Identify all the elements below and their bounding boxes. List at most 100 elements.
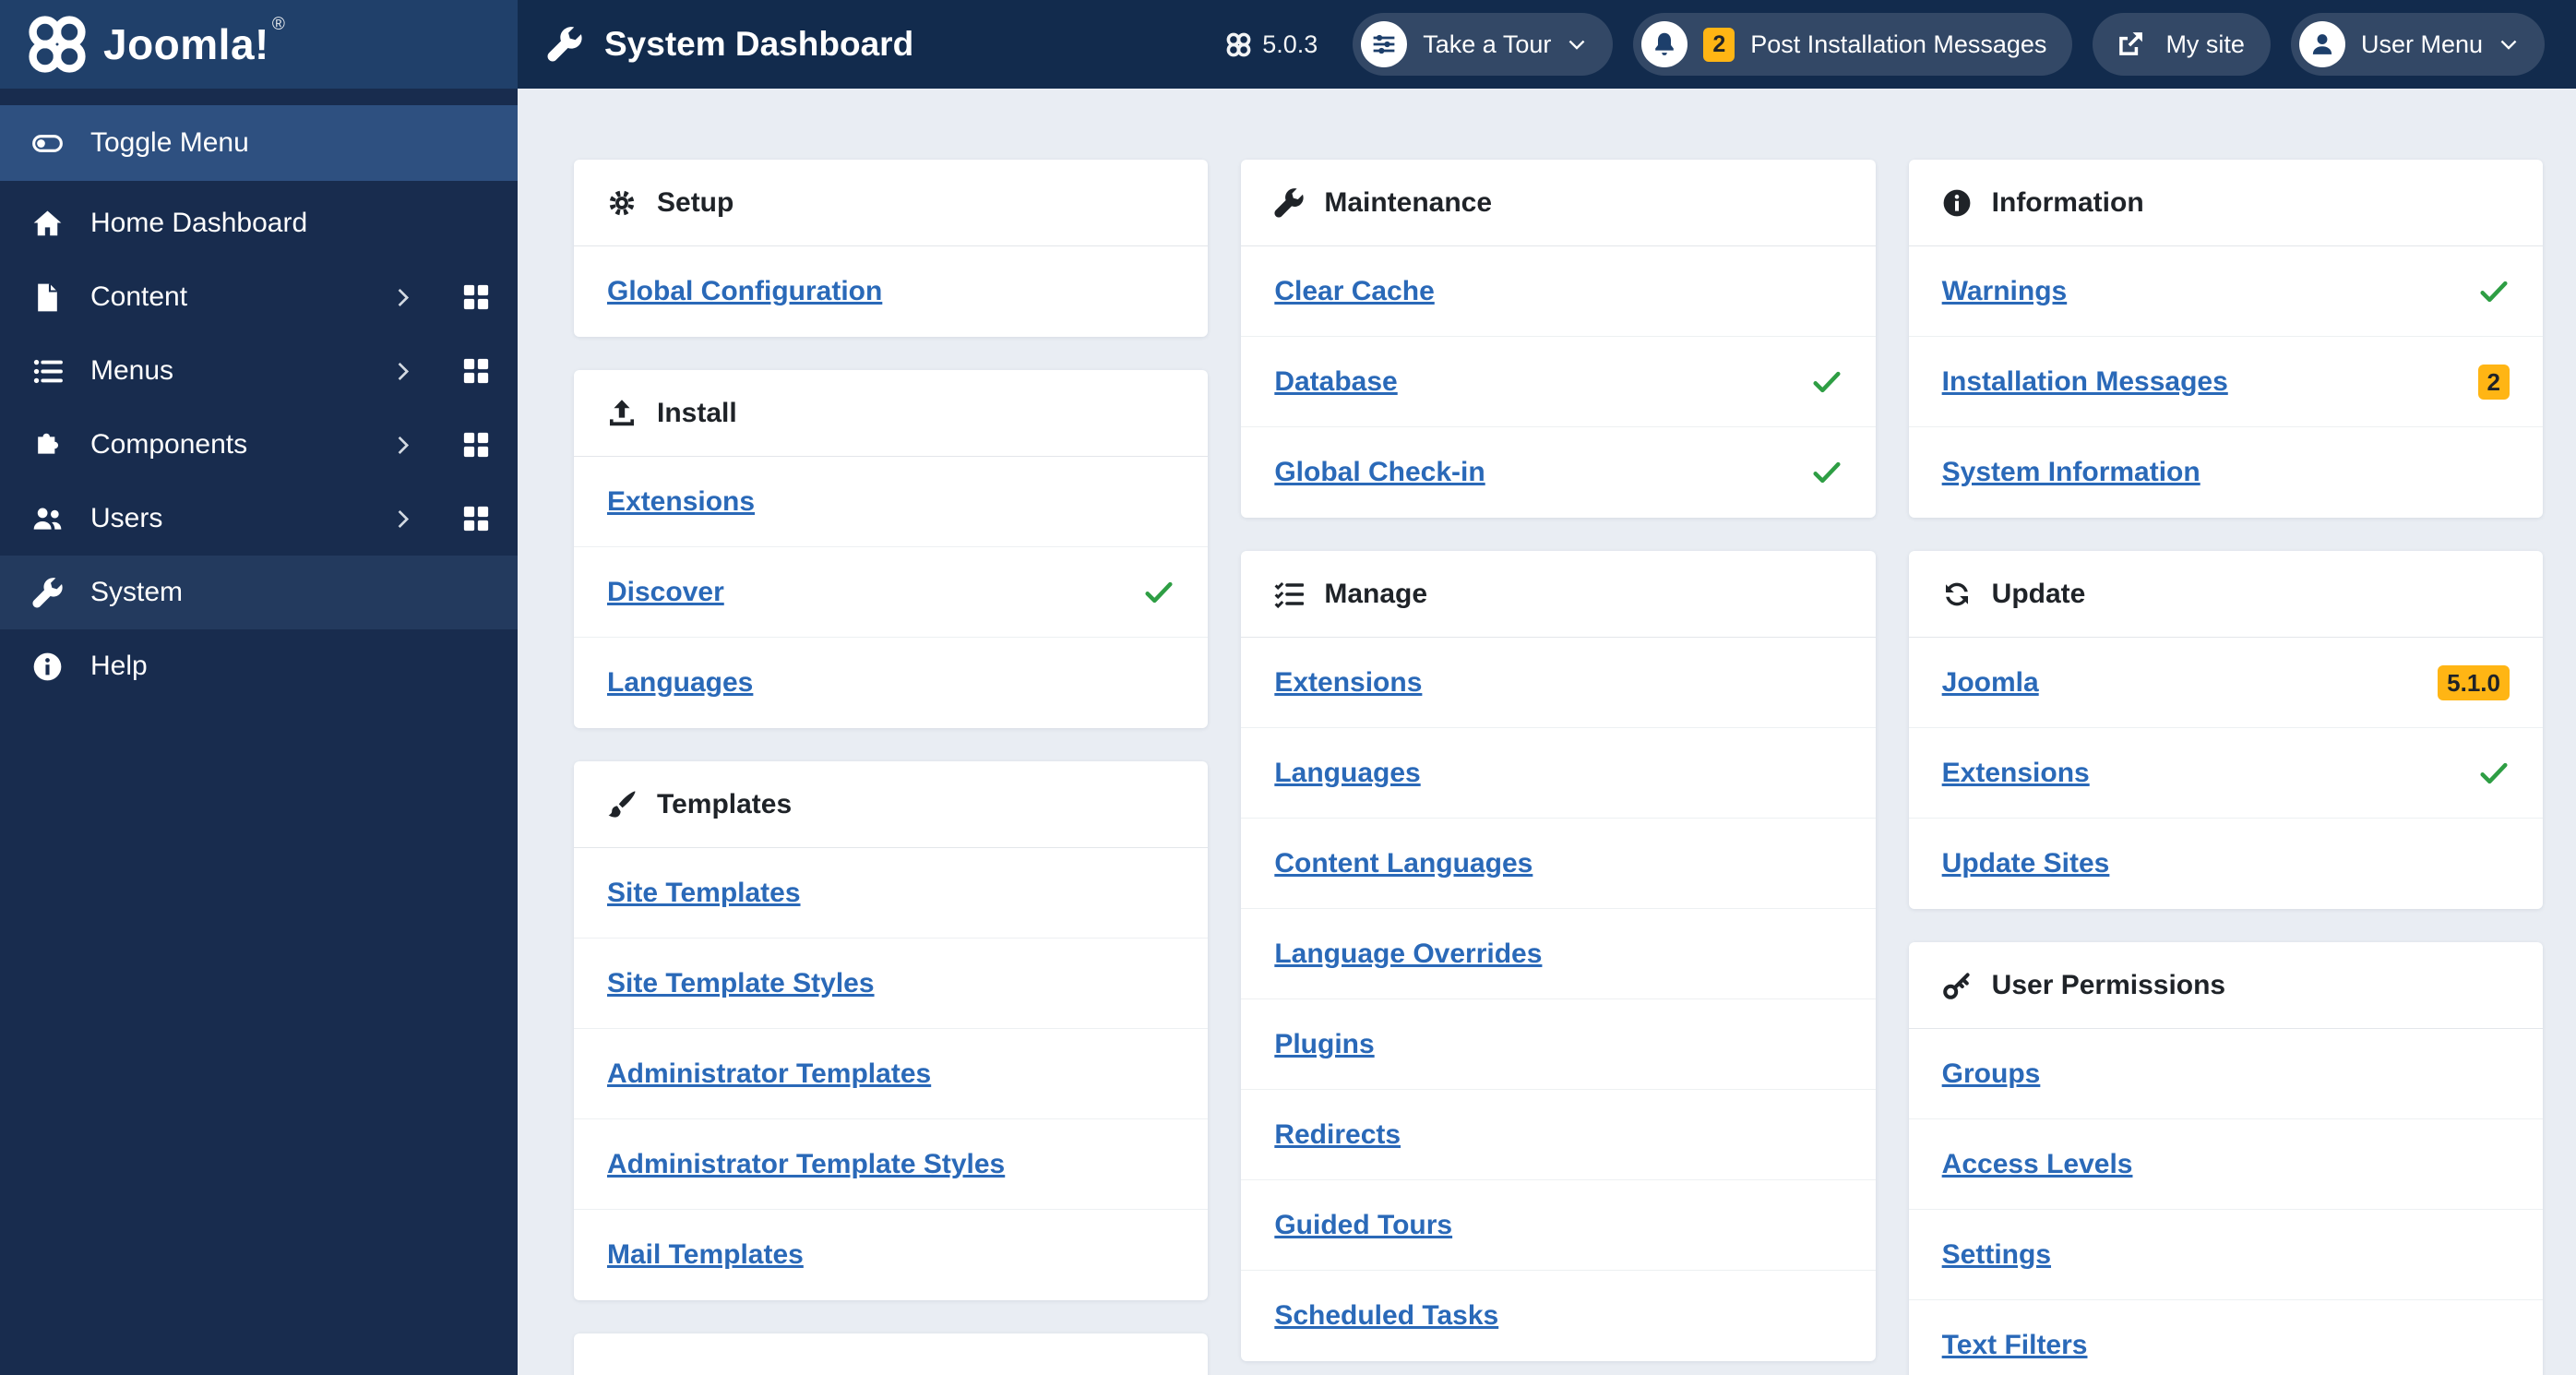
messages-count-badge: 2 [1703,27,1735,62]
link-update-extensions[interactable]: Extensions [1942,758,2090,789]
sidebar-item-components[interactable]: Components [0,408,518,482]
link-administrator-templates[interactable]: Administrator Templates [607,1058,931,1090]
take-a-tour-button[interactable]: Take a Tour [1353,13,1614,76]
messages-label: Post Installation Messages [1750,30,2047,58]
list-item: Settings [1908,1210,2543,1300]
card-install: Install Extensions Discover Languages [574,370,1209,728]
card-header: Install [574,370,1209,457]
link-content-languages[interactable]: Content Languages [1274,848,1532,879]
registered-mark: ® [271,15,285,34]
link-clear-cache[interactable]: Clear Cache [1274,276,1434,307]
toggle-menu-button[interactable]: Toggle Menu [0,105,518,181]
link-groups[interactable]: Groups [1942,1058,2041,1090]
sidebar-item-label: Users [90,503,163,533]
list-item: Languages [1241,728,1876,819]
link-update-sites[interactable]: Update Sites [1942,848,2110,879]
quick-access-grid-icon[interactable] [462,357,490,385]
list-item: Site Templates [574,848,1209,939]
link-warnings[interactable]: Warnings [1942,276,2068,307]
sidebar-item-label: Content [90,281,188,312]
link-global-check-in[interactable]: Global Check-in [1274,457,1485,488]
chevron-down-icon [2498,34,2519,54]
page-title-group: System Dashboard [547,25,913,64]
sidebar-item-system[interactable]: System [0,556,518,629]
link-discover[interactable]: Discover [607,577,724,608]
list-item: Redirects [1241,1090,1876,1180]
quick-access-grid-icon[interactable] [462,431,490,459]
list-item: Update Sites [1909,819,2543,909]
list-item: Site Template Styles [574,939,1209,1029]
link-site-templates[interactable]: Site Templates [607,878,801,909]
link-installation-messages[interactable]: Installation Messages [1942,366,2228,398]
link-joomla-update[interactable]: Joomla [1942,667,2039,699]
list-item: Installation Messages 2 [1908,337,2543,427]
link-global-configuration[interactable]: Global Configuration [607,276,882,307]
link-redirects[interactable]: Redirects [1274,1119,1401,1151]
list-item: Joomla 5.1.0 [1908,638,2543,728]
sidebar-item-home-dashboard[interactable]: Home Dashboard [0,186,518,260]
post-installation-messages-button[interactable]: 2 Post Installation Messages [1633,13,2073,76]
link-language-overrides[interactable]: Language Overrides [1274,939,1542,970]
brush-icon [607,790,637,819]
link-site-template-styles[interactable]: Site Template Styles [607,968,875,999]
joomla-logo-icon [28,15,87,74]
link-database[interactable]: Database [1274,366,1397,398]
version-label: 5.0.3 [1262,30,1318,58]
link-settings[interactable]: Settings [1942,1239,2051,1271]
link-manage-languages[interactable]: Languages [1274,758,1420,789]
card-header: User Permissions [1908,942,2543,1029]
link-administrator-template-styles[interactable]: Administrator Template Styles [607,1149,1005,1180]
sidebar-item-label: Components [90,429,248,460]
link-install-extensions[interactable]: Extensions [607,486,755,518]
link-plugins[interactable]: Plugins [1274,1029,1374,1060]
joomla-version: 5.0.3 [1226,30,1318,59]
link-install-languages[interactable]: Languages [607,667,753,699]
info-icon [28,652,66,682]
version-badge: 5.1.0 [2438,664,2510,700]
card-title: Maintenance [1324,186,1493,218]
link-system-information[interactable]: System Information [1942,457,2200,488]
user-menu-button[interactable]: User Menu [2290,13,2545,76]
sidebar-item-content[interactable]: Content [0,260,518,334]
quick-access-grid-icon[interactable] [462,283,490,311]
link-mail-templates[interactable]: Mail Templates [607,1239,804,1271]
list-item: Global Configuration [574,246,1208,337]
chevron-right-icon [391,508,414,531]
sidebar-item-menus[interactable]: Menus [0,334,518,408]
sidebar-item-label: Help [90,651,148,681]
document-icon [28,282,66,313]
quick-access-grid-icon[interactable] [462,505,490,532]
wrench-icon [547,27,582,62]
link-text-filters[interactable]: Text Filters [1942,1330,2088,1361]
list-item: Extensions [574,457,1209,547]
list-item: Database [1241,337,1876,427]
card-header: Information [1908,160,2543,246]
users-icon [28,504,66,534]
wrench-icon [1274,188,1304,218]
sidebar-item-label: Menus [90,355,174,386]
link-scheduled-tasks[interactable]: Scheduled Tasks [1274,1300,1498,1332]
list-item: Content Languages [1241,819,1876,909]
main-area: System Dashboard 5.0.3 Take a Tour 2 Pos… [518,0,2576,1375]
list-item: Warnings [1908,246,2543,337]
card-title: Templates [657,788,793,819]
list-item: Language Overrides [1241,909,1876,999]
link-access-levels[interactable]: Access Levels [1942,1149,2133,1180]
wrench-icon [28,578,66,608]
link-guided-tours[interactable]: Guided Tours [1274,1210,1452,1241]
dashboard-content: Setup Global Configuration Install Exten… [518,89,2576,1375]
header-actions: 5.0.3 Take a Tour 2 Post Installation Me… [1226,13,2545,76]
card-setup: Setup Global Configuration [574,160,1209,337]
my-site-button[interactable]: My site [2093,13,2271,76]
list-icon [28,356,66,387]
list-item: Text Filters [1909,1300,2543,1375]
link-manage-extensions[interactable]: Extensions [1274,667,1422,699]
list-item: Groups [1908,1029,2543,1119]
chevron-right-icon [391,286,414,309]
count-badge: 2 [2477,364,2510,400]
sidebar-item-help[interactable]: Help [0,629,518,703]
list-item: Languages [574,638,1208,728]
gear-icon [607,188,637,218]
upload-icon [607,399,637,428]
sidebar-item-users[interactable]: Users [0,482,518,556]
